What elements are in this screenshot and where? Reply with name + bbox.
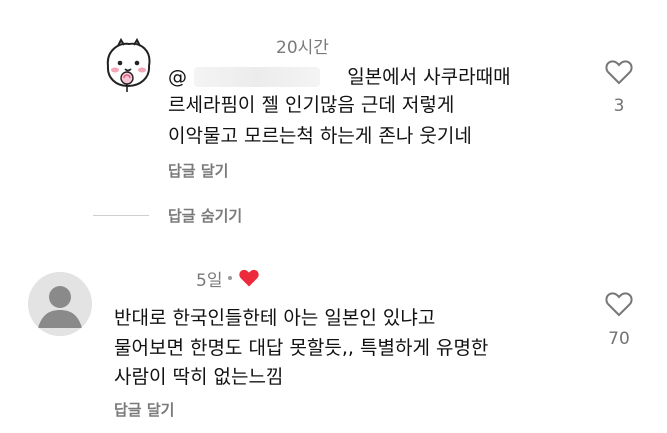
meta-separator-dot (228, 276, 233, 280)
mention-redacted (194, 67, 321, 87)
reply-button[interactable]: 답글 달기 (168, 160, 228, 181)
like-count: 3 (613, 96, 625, 116)
reply-line-1: @ 일본에서 사쿠라때매 (168, 62, 511, 92)
reply-text-line-2: 르세라핌이 젤 인기많음 근데 저렇게 (168, 94, 455, 116)
cartoon-face-icon (106, 37, 151, 92)
comment-text-line-1: 반대로 한국인들한테 아는 일본인 있냐고 (114, 307, 436, 329)
comment-timestamp: 5일 (196, 270, 223, 291)
author-liked-indicator (238, 268, 260, 288)
default-user-icon (28, 272, 92, 336)
reply-text-line-3: 이악물고 모르는척 하는게 존나 웃기네 (168, 125, 472, 147)
heart-outline-icon (605, 60, 633, 85)
reply-timestamp: 20시간 (276, 38, 329, 58)
like-button[interactable] (605, 59, 633, 85)
comment-text-line-2: 물어보면 한명도 대답 못할듯,, 특별하게 유명한 (114, 337, 489, 359)
like-button[interactable] (605, 291, 633, 317)
heart-filled-icon (239, 269, 260, 287)
heart-outline-icon (605, 292, 633, 317)
reply-text-line-1: 일본에서 사쿠라때매 (347, 66, 511, 88)
reply-author-avatar[interactable] (96, 32, 160, 96)
comment-text-line-3: 사람이 딱히 없는느낌 (114, 366, 284, 388)
mention-at-symbol: @ (168, 66, 187, 88)
like-count: 70 (608, 329, 630, 349)
hide-replies-button[interactable]: 답글 숨기기 (168, 205, 242, 226)
comment-meta: 5일 (196, 266, 260, 291)
reply-button[interactable]: 답글 달기 (114, 399, 174, 420)
replies-divider (93, 215, 149, 216)
comment-author-avatar[interactable] (28, 272, 92, 336)
